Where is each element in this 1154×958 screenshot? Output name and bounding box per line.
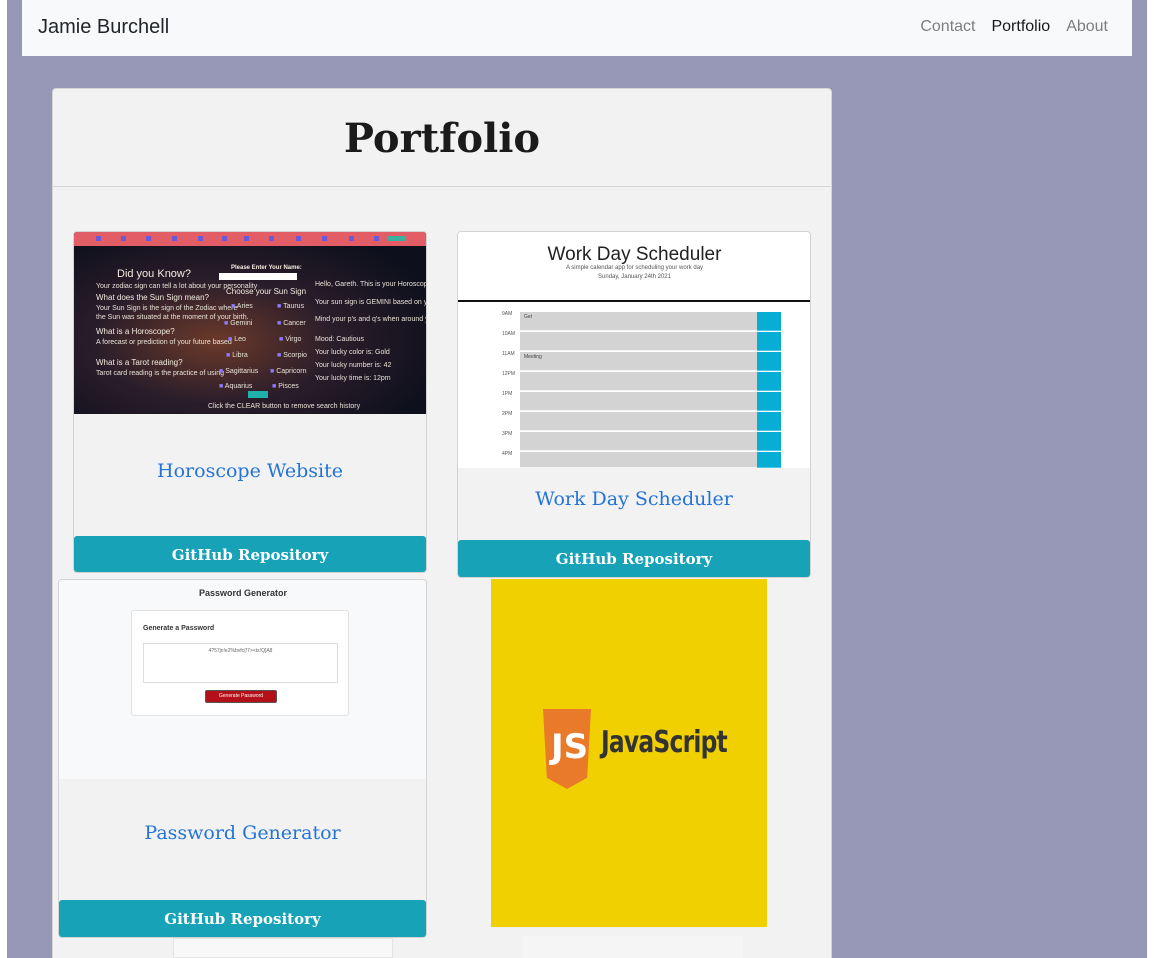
horoscope-heading-tarot: What is a Tarot reading? (96, 358, 183, 367)
portfolio-header: Portfolio (53, 89, 831, 187)
project-title-horoscope[interactable]: Horoscope Website (74, 460, 426, 482)
navbar: Jamie Burchell Contact Portfolio About (22, 0, 1132, 56)
project-card-workday: Work Day Scheduler A simple calendar app… (457, 231, 811, 578)
horoscope-name-input (219, 273, 297, 280)
workday-divider (458, 300, 810, 302)
password-thumb-card: Generate a Password 4?57jn!e2%bvfc{!7><t… (131, 610, 349, 716)
horoscope-name-prompt: Please Enter Your Name: (231, 265, 302, 271)
js-shield-label: JS (551, 727, 589, 767)
horoscope-nav-bar (74, 232, 426, 246)
password-thumb-title: Password Generator (198, 588, 288, 598)
password-thumb-value: 4?57jn!e2%bvfc{!7><ts!Q]A8 (208, 648, 273, 654)
workday-screenshot[interactable]: Work Day Scheduler A simple calendar app… (458, 232, 810, 468)
horoscope-choose-sign: Choose your Sun Sign (226, 287, 307, 296)
horoscope-screenshot[interactable]: Did you Know? Your zodiac sign can tell … (74, 232, 426, 414)
nav-link-portfolio[interactable]: Portfolio (991, 18, 1050, 36)
project-card-password: Password Generator Generate a Password 4… (58, 579, 427, 938)
horoscope-heading-sun: What does the Sun Sign mean? (96, 293, 209, 302)
horoscope-heading-know: Did you Know? (117, 268, 191, 280)
horoscope-clear-button (248, 391, 268, 398)
workday-thumb-date: Sunday, January 24th 2021 (598, 274, 671, 280)
nav-link-contact[interactable]: Contact (920, 18, 975, 36)
next-project-thumbnail-left (173, 938, 393, 958)
workday-thumb-subtitle: A simple calendar app for scheduling you… (565, 265, 704, 271)
github-button-workday[interactable]: GitHub Repository (458, 540, 810, 577)
page-title: Portfolio (343, 115, 541, 162)
javascript-image: JS JavaScript (491, 579, 767, 927)
github-button-horoscope[interactable]: GitHub Repository (74, 536, 426, 572)
github-button-password[interactable]: GitHub Repository (59, 900, 426, 937)
password-thumb-heading: Generate a Password (143, 625, 215, 632)
workday-thumb-title: Work Day Scheduler (547, 244, 722, 265)
nav-link-about[interactable]: About (1066, 18, 1108, 36)
navbar-brand[interactable]: Jamie Burchell (38, 16, 169, 39)
project-title-workday[interactable]: Work Day Scheduler (458, 488, 810, 510)
project-title-password[interactable]: Password Generator (59, 822, 426, 844)
javascript-wordmark: JavaScript (601, 725, 728, 760)
password-thumb-button: Generate Password (205, 690, 277, 703)
password-screenshot[interactable]: Password Generator Generate a Password 4… (59, 580, 426, 779)
horoscope-heading-horoscope: What is a Horoscope? (96, 327, 175, 336)
password-thumb-output: 4?57jn!e2%bvfc{!7><ts!Q]A8 (143, 643, 338, 683)
next-project-thumbnail-right (522, 936, 743, 958)
project-card-horoscope: Did you Know? Your zodiac sign can tell … (73, 231, 427, 573)
nav-links: Contact Portfolio About (920, 18, 1108, 36)
